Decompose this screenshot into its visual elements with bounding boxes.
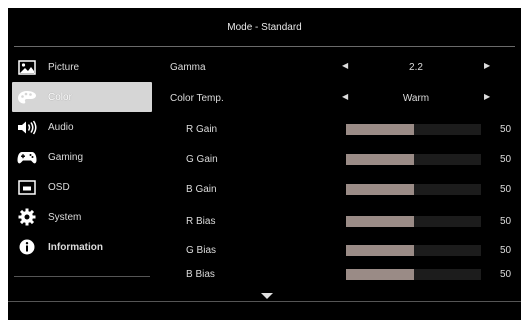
- slider-fill: [346, 184, 414, 195]
- info-icon: [14, 234, 40, 260]
- sidebar-item-label: Gaming: [48, 151, 84, 163]
- g-gain-slider[interactable]: [346, 154, 481, 165]
- slider-fill: [346, 245, 414, 256]
- sidebar-item-label: Information: [48, 241, 103, 253]
- gamma-decrease-arrow[interactable]: ◀: [342, 61, 348, 70]
- r-gain-label: R Gain: [186, 124, 218, 135]
- menu-title: Mode - Standard: [227, 21, 302, 33]
- gamma-increase-arrow[interactable]: ▶: [484, 61, 490, 70]
- sidebar: Picture Color Audio Gaming OSD System In…: [12, 52, 152, 262]
- b-bias-row[interactable]: B Bias 50: [164, 265, 514, 285]
- b-bias-label: B Bias: [186, 269, 215, 280]
- g-bias-value: 50: [500, 245, 512, 256]
- sidebar-divider: [14, 276, 150, 277]
- sidebar-item-picture[interactable]: Picture: [12, 52, 152, 82]
- slider-fill: [346, 154, 414, 165]
- b-bias-value: 50: [500, 269, 512, 280]
- gamepad-icon: [14, 144, 40, 170]
- g-gain-row[interactable]: G Gain 50: [164, 150, 514, 170]
- r-bias-row[interactable]: R Bias 50: [164, 212, 514, 232]
- gamma-value: 2.2: [409, 62, 423, 73]
- picture-icon: [14, 54, 40, 80]
- r-gain-row[interactable]: R Gain 50: [164, 120, 514, 140]
- sidebar-item-system[interactable]: System: [12, 202, 152, 232]
- bottom-divider: [8, 301, 521, 302]
- g-gain-label: G Gain: [186, 154, 218, 165]
- sidebar-item-label: Audio: [48, 121, 74, 133]
- color-temp-label: Color Temp.: [170, 93, 224, 104]
- slider-fill: [346, 216, 414, 227]
- sidebar-item-gaming[interactable]: Gaming: [12, 142, 152, 172]
- palette-icon: [14, 84, 40, 110]
- g-gain-value: 50: [500, 154, 512, 165]
- g-bias-label: G Bias: [186, 245, 217, 256]
- r-bias-label: R Bias: [186, 216, 216, 227]
- sidebar-item-information[interactable]: Information: [12, 232, 152, 262]
- speaker-icon: [14, 114, 40, 140]
- sidebar-item-label: System: [48, 211, 82, 223]
- gamma-label: Gamma: [170, 62, 206, 73]
- r-gain-value: 50: [500, 124, 512, 135]
- g-bias-row[interactable]: G Bias 50: [164, 241, 514, 261]
- title-divider: [14, 46, 515, 47]
- osd-menu: Mode - Standard Picture Color Audio Gami…: [8, 8, 521, 320]
- sidebar-item-label: OSD: [48, 181, 70, 193]
- color-temp-increase-arrow[interactable]: ▶: [484, 92, 490, 101]
- sidebar-item-audio[interactable]: Audio: [12, 112, 152, 142]
- gear-icon: [14, 204, 40, 230]
- sidebar-item-label: Color: [48, 91, 72, 103]
- b-gain-slider[interactable]: [346, 184, 481, 195]
- color-temp-value: Warm: [402, 93, 430, 104]
- slider-fill: [346, 124, 414, 135]
- b-bias-slider[interactable]: [346, 269, 481, 280]
- color-temp-decrease-arrow[interactable]: ◀: [342, 92, 348, 101]
- sidebar-item-color[interactable]: Color: [12, 82, 152, 112]
- sidebar-item-osd[interactable]: OSD: [12, 172, 152, 202]
- gamma-row[interactable]: Gamma ◀ 2.2 ▶: [164, 58, 514, 78]
- scroll-down-arrow-icon[interactable]: [261, 293, 273, 299]
- b-gain-value: 50: [500, 184, 512, 195]
- r-bias-value: 50: [500, 216, 512, 227]
- slider-fill: [346, 269, 414, 280]
- color-temp-row[interactable]: Color Temp. ◀ Warm ▶: [164, 89, 514, 109]
- b-gain-row[interactable]: B Gain 50: [164, 180, 514, 200]
- r-bias-slider[interactable]: [346, 216, 481, 227]
- r-gain-slider[interactable]: [346, 124, 481, 135]
- g-bias-slider[interactable]: [346, 245, 481, 256]
- sidebar-item-label: Picture: [48, 61, 80, 73]
- b-gain-label: B Gain: [186, 184, 217, 195]
- osd-window-icon: [14, 174, 40, 200]
